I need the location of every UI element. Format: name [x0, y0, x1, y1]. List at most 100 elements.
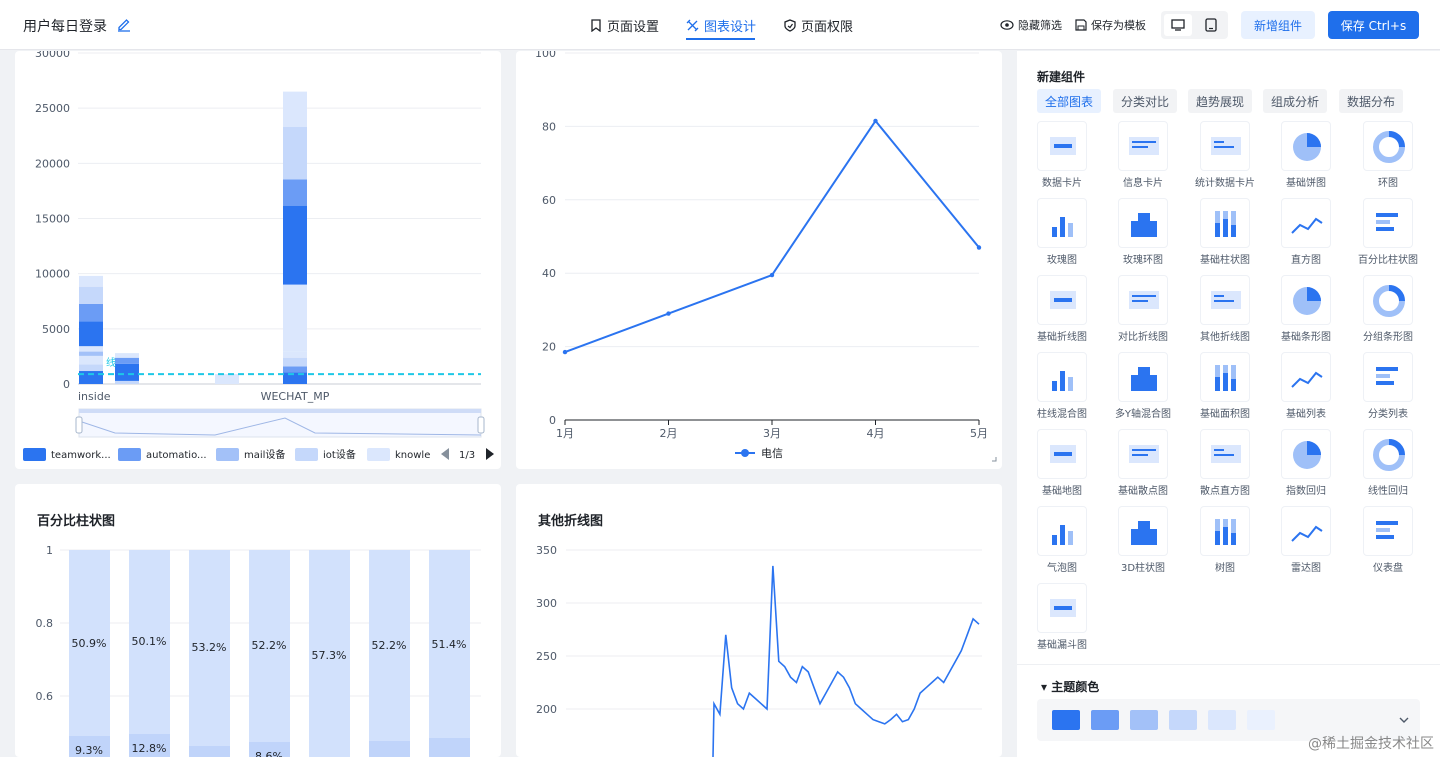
chart-type-rose[interactable]: 玫瑰图	[1017, 198, 1097, 275]
data-label: 51.4%	[432, 638, 467, 651]
hide-filter-label: 隐藏筛选	[1018, 19, 1062, 32]
chart-type-hbar[interactable]: 基础条形图	[1261, 275, 1341, 352]
category-tab-distribution[interactable]: 数据分布	[1339, 89, 1404, 113]
add-component-button[interactable]: 新增组件	[1241, 11, 1315, 39]
y-tick-label: 250	[536, 650, 557, 663]
legend-label: mail设备	[244, 448, 285, 461]
chart-type-tree[interactable]: 树图	[1180, 506, 1260, 583]
chart-type-bar-line[interactable]: 柱线混合图	[1017, 352, 1097, 429]
chart-type-label: 仪表盘	[1373, 563, 1403, 574]
bar-segment-lower	[189, 746, 230, 757]
chart-type-bar3d[interactable]: 3D柱状图	[1098, 506, 1178, 583]
save-button[interactable]: 保存 Ctrl+s	[1328, 11, 1419, 39]
map-icon-graphic	[1050, 445, 1076, 463]
chart-type-list[interactable]: 基础列表	[1261, 352, 1341, 429]
chart-type-donut[interactable]: 环图	[1343, 121, 1423, 198]
category-tab-compare[interactable]: 分类对比	[1113, 89, 1178, 113]
theme-color-swatch[interactable]	[1091, 710, 1119, 730]
gauge-icon-graphic	[1376, 521, 1398, 539]
zoom-slider	[78, 408, 482, 438]
chart-type-data-card[interactable]: 数据卡片	[1017, 121, 1097, 198]
linear-regression-icon-graphic	[1373, 439, 1405, 471]
stacked-bar-chart: 30000 25000 20000 15000 10000 5000 0 线 inside WEC…	[23, 51, 494, 461]
chart-type-compare-line[interactable]: 对比折线图	[1098, 275, 1178, 352]
chart-type-funnel[interactable]: 基础漏斗图	[1017, 583, 1097, 660]
category-tab-composition[interactable]: 组成分析	[1263, 89, 1328, 113]
category-tab-trend[interactable]: 趋势展现	[1188, 89, 1253, 113]
tab-chart-design[interactable]: 图表设计	[686, 16, 756, 35]
chart-type-gauge[interactable]: 仪表盘	[1343, 506, 1423, 583]
other-line-card[interactable]: 其他折线图 350 300 250 200	[516, 484, 1002, 757]
chart-type-line[interactable]: 基础折线图	[1017, 275, 1097, 352]
desktop-view-button[interactable]	[1164, 14, 1192, 36]
theme-color-swatch[interactable]	[1169, 710, 1197, 730]
x-tick-label: 2月	[660, 427, 678, 440]
chart-type-area[interactable]: 基础面积图	[1180, 352, 1260, 429]
chart-type-other-line[interactable]: 其他折线图	[1180, 275, 1260, 352]
y-tick-label: 60	[542, 194, 556, 207]
chart-type-bubble[interactable]: 气泡图	[1017, 506, 1097, 583]
chart-type-info-card[interactable]: 信息卡片	[1098, 121, 1178, 198]
stacked-bar-card[interactable]: 30000 25000 20000 15000 10000 5000 0 线 inside WEC…	[15, 51, 501, 469]
chart-design-icon	[686, 19, 699, 32]
chart-type-bar[interactable]: 基础柱状图	[1180, 198, 1260, 275]
category-list-icon	[1363, 352, 1413, 402]
category-tab-all[interactable]: 全部图表	[1037, 89, 1102, 113]
chevron-down-icon[interactable]	[1398, 715, 1410, 725]
chart-type-histogram[interactable]: 直方图	[1261, 198, 1341, 275]
data-label: 52.2%	[252, 639, 287, 652]
save-template-button[interactable]: 保存为模板	[1075, 17, 1146, 33]
legend-marker	[741, 449, 749, 457]
funnel-icon	[1037, 583, 1087, 633]
linear-regression-icon	[1363, 429, 1413, 479]
bubble-icon-graphic	[1052, 525, 1073, 545]
theme-color-swatch[interactable]	[1130, 710, 1158, 730]
edit-icon[interactable]	[116, 16, 132, 32]
y-tick-label: 0.8	[36, 617, 54, 630]
chart-type-rose-ring[interactable]: 玫瑰环图	[1098, 198, 1178, 275]
hide-filter-button[interactable]: 隐藏筛选	[1000, 17, 1062, 33]
theme-color-swatch[interactable]	[1052, 710, 1080, 730]
bar-segment	[283, 366, 307, 373]
tab-label: 页面权限	[801, 20, 854, 35]
stat-card-icon-graphic	[1211, 137, 1241, 155]
x-tick-label: 1月	[556, 427, 574, 440]
bar-segment	[283, 205, 307, 285]
data-point	[976, 245, 982, 250]
bar-segment	[79, 355, 103, 365]
theme-title: ▾ 主题颜色	[1041, 680, 1100, 694]
tab-page-permissions[interactable]: 页面权限	[784, 16, 853, 35]
chart-type-category-list[interactable]: 分类列表	[1343, 352, 1423, 429]
bar-segment	[129, 550, 170, 757]
series-line	[712, 565, 980, 757]
bar-segment	[283, 91, 307, 127]
chart-type-percent-bar[interactable]: 百分比柱状图	[1343, 198, 1423, 275]
chart-type-stat-card[interactable]: 统计数据卡片	[1180, 121, 1260, 198]
line-chart-card[interactable]: 100 80 60 40 20 0 1月 2月 3月 4月 5月 电信	[516, 51, 1002, 469]
bar-segment	[79, 303, 103, 322]
data-card-icon-graphic	[1050, 137, 1076, 155]
chart-type-scatter[interactable]: 基础散点图	[1098, 429, 1178, 506]
bar-icon-graphic	[1215, 211, 1236, 237]
chart-type-map[interactable]: 基础地图	[1017, 429, 1097, 506]
theme-color-swatch[interactable]	[1247, 710, 1275, 730]
map-icon	[1037, 429, 1087, 479]
chart-type-pie[interactable]: 基础饼图	[1261, 121, 1341, 198]
percent-bar-card[interactable]: 百分比柱状图 1 0.8 0.6 50.9% 9.3% 50.1% 12.8% 53.2% 52…	[15, 484, 501, 757]
group-hbar-icon-graphic	[1373, 285, 1405, 317]
chart-type-group-hbar[interactable]: 分组条形图	[1343, 275, 1423, 352]
chart-type-scatter-hist[interactable]: 散点直方图	[1180, 429, 1260, 506]
chart-type-radar[interactable]: 雷达图	[1261, 506, 1341, 583]
chart-type-multi-y[interactable]: 多Y轴混合图	[1098, 352, 1178, 429]
bar-segment	[115, 357, 139, 364]
chart-type-exp-regression[interactable]: 指数回归	[1261, 429, 1341, 506]
category-list-icon-graphic	[1376, 367, 1398, 385]
bar-segment	[79, 371, 103, 384]
tab-page-settings[interactable]: 页面设置	[590, 16, 659, 35]
mobile-view-button[interactable]	[1197, 14, 1225, 36]
y-tick-label: 30000	[35, 51, 70, 60]
theme-color-swatch[interactable]	[1208, 710, 1236, 730]
chart-type-linear-regression[interactable]: 线性回归	[1343, 429, 1423, 506]
info-card-icon	[1118, 121, 1168, 171]
y-tick-label: 10000	[35, 268, 70, 281]
